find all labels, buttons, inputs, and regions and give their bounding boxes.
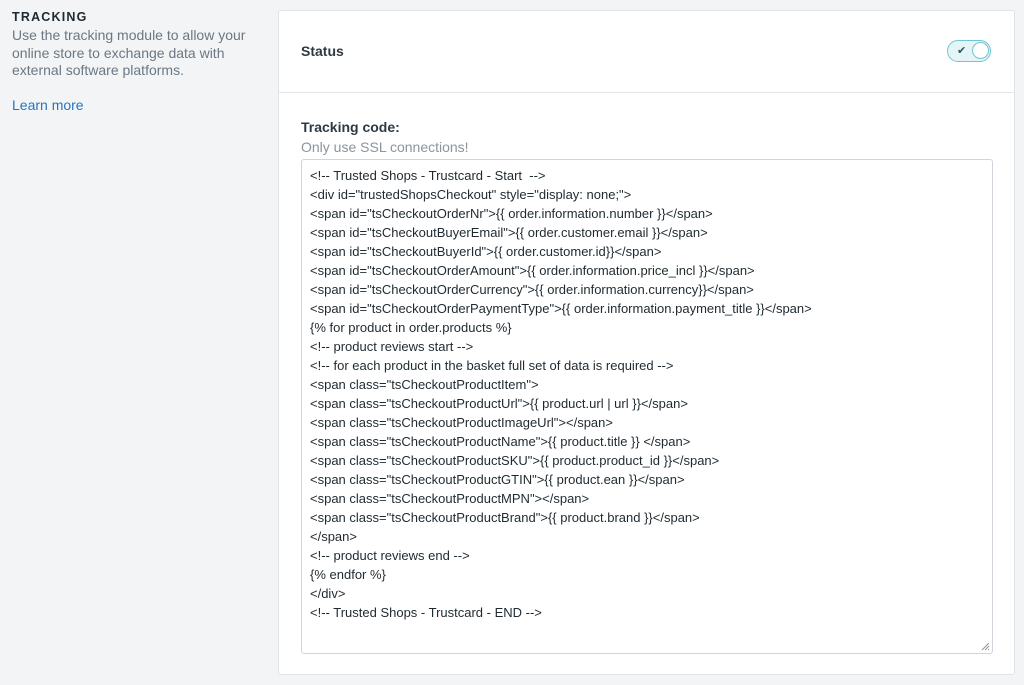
resize-handle-icon[interactable]: [981, 642, 990, 651]
check-icon: ✔: [957, 45, 967, 57]
section-title: TRACKING: [12, 10, 88, 24]
status-row: Status ✔: [279, 11, 1014, 93]
tracking-sidebar: TRACKING Use the tracking module to allo…: [12, 10, 252, 115]
tracking-code-header: Tracking code: Only use SSL connections!: [301, 119, 469, 155]
status-toggle[interactable]: ✔: [947, 40, 991, 62]
tracking-code-textarea[interactable]: <!-- Trusted Shops - Trustcard - Start -…: [301, 159, 993, 654]
learn-more-link[interactable]: Learn more: [12, 97, 84, 113]
toggle-knob: [972, 42, 989, 59]
tracking-code-label: Tracking code:: [301, 119, 400, 135]
section-description: Use the tracking module to allow your on…: [12, 27, 246, 78]
tracking-panel: Status ✔ Tracking code: Only use SSL con…: [278, 10, 1015, 675]
status-label: Status: [301, 43, 344, 59]
ssl-hint: Only use SSL connections!: [301, 139, 469, 155]
